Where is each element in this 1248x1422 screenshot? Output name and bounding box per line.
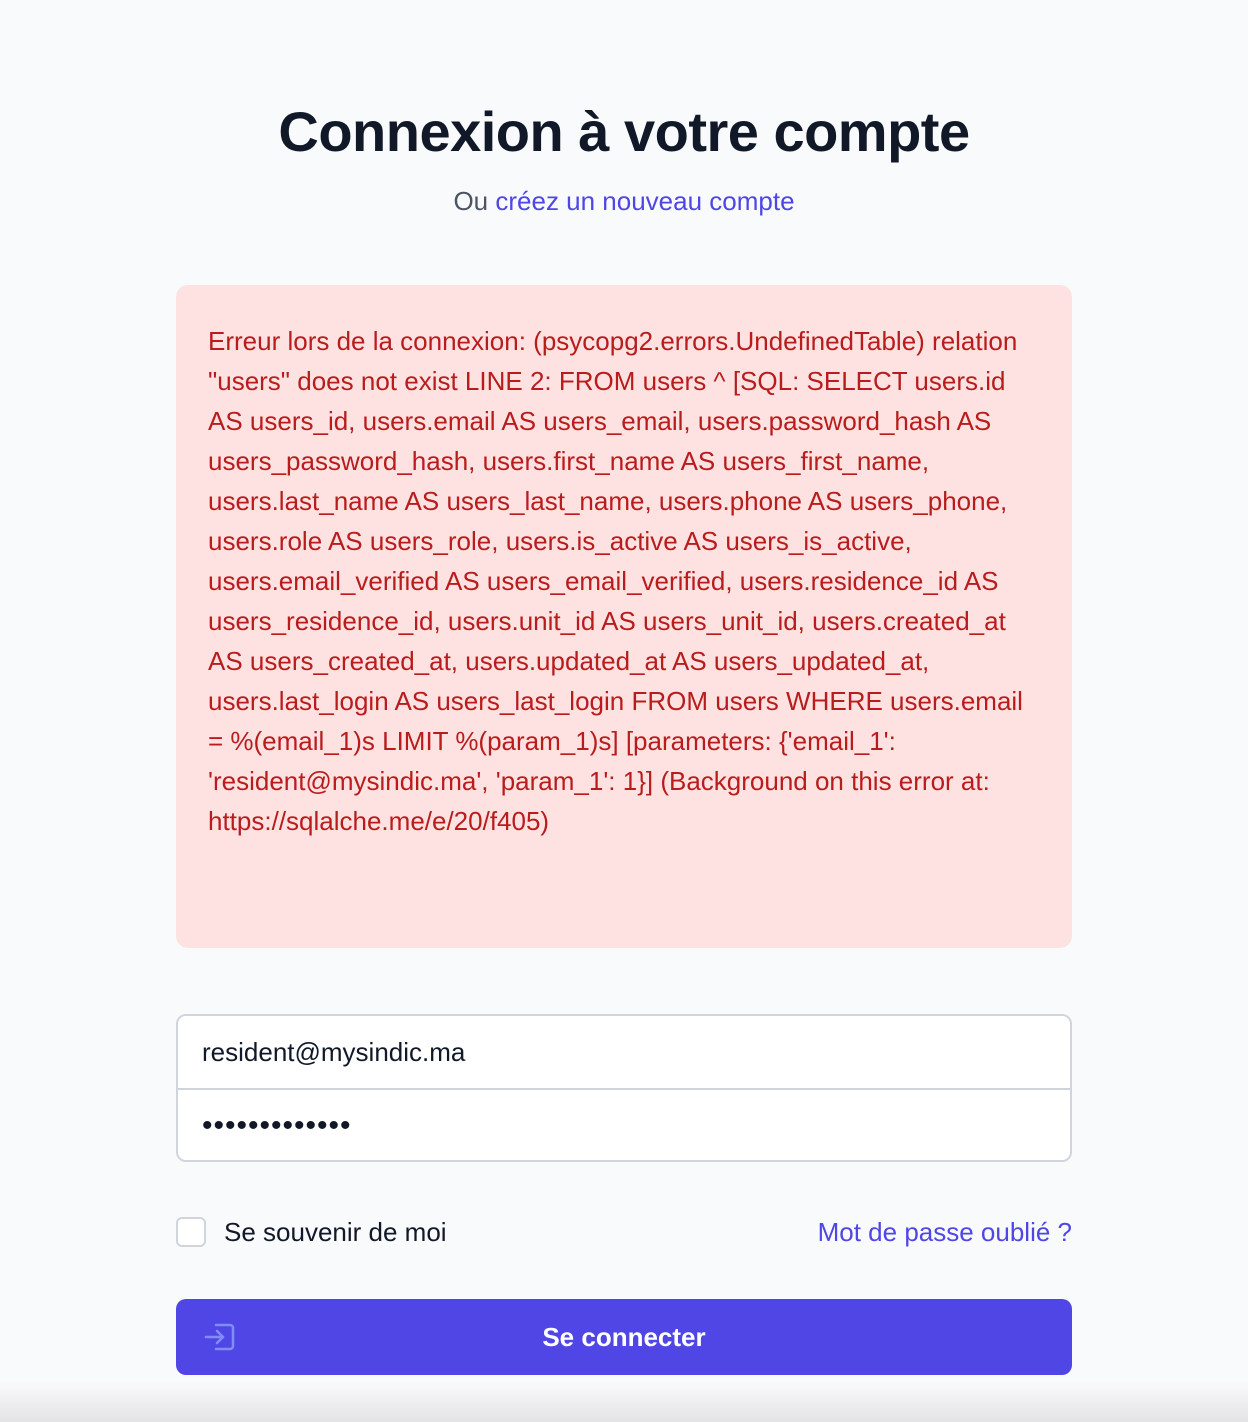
- error-alert: Erreur lors de la connexion: (psycopg2.e…: [176, 285, 1072, 948]
- login-icon: [202, 1321, 238, 1353]
- error-message: Erreur lors de la connexion: (psycopg2.e…: [208, 326, 1023, 836]
- subtitle: Ou créez un nouveau compte: [176, 184, 1072, 218]
- credentials-group: [176, 1014, 1072, 1162]
- password-field[interactable]: [178, 1090, 1070, 1160]
- remember-me[interactable]: Se souvenir de moi: [176, 1210, 447, 1254]
- form-options: Se souvenir de moi Mot de passe oublié ?: [176, 1210, 1072, 1254]
- forgot-password-link[interactable]: Mot de passe oublié ?: [818, 1210, 1072, 1254]
- login-button[interactable]: Se connecter: [176, 1299, 1072, 1375]
- email-field[interactable]: [178, 1016, 1070, 1090]
- create-account-link[interactable]: créez un nouveau compte: [495, 186, 794, 216]
- remember-me-checkbox[interactable]: [176, 1217, 206, 1247]
- page-title: Connexion à votre compte: [278, 100, 970, 163]
- subtitle-prefix: Ou: [453, 186, 496, 216]
- bottom-shade: [0, 1382, 1248, 1422]
- remember-me-label: Se souvenir de moi: [224, 1216, 447, 1247]
- login-button-label: Se connecter: [542, 1322, 706, 1352]
